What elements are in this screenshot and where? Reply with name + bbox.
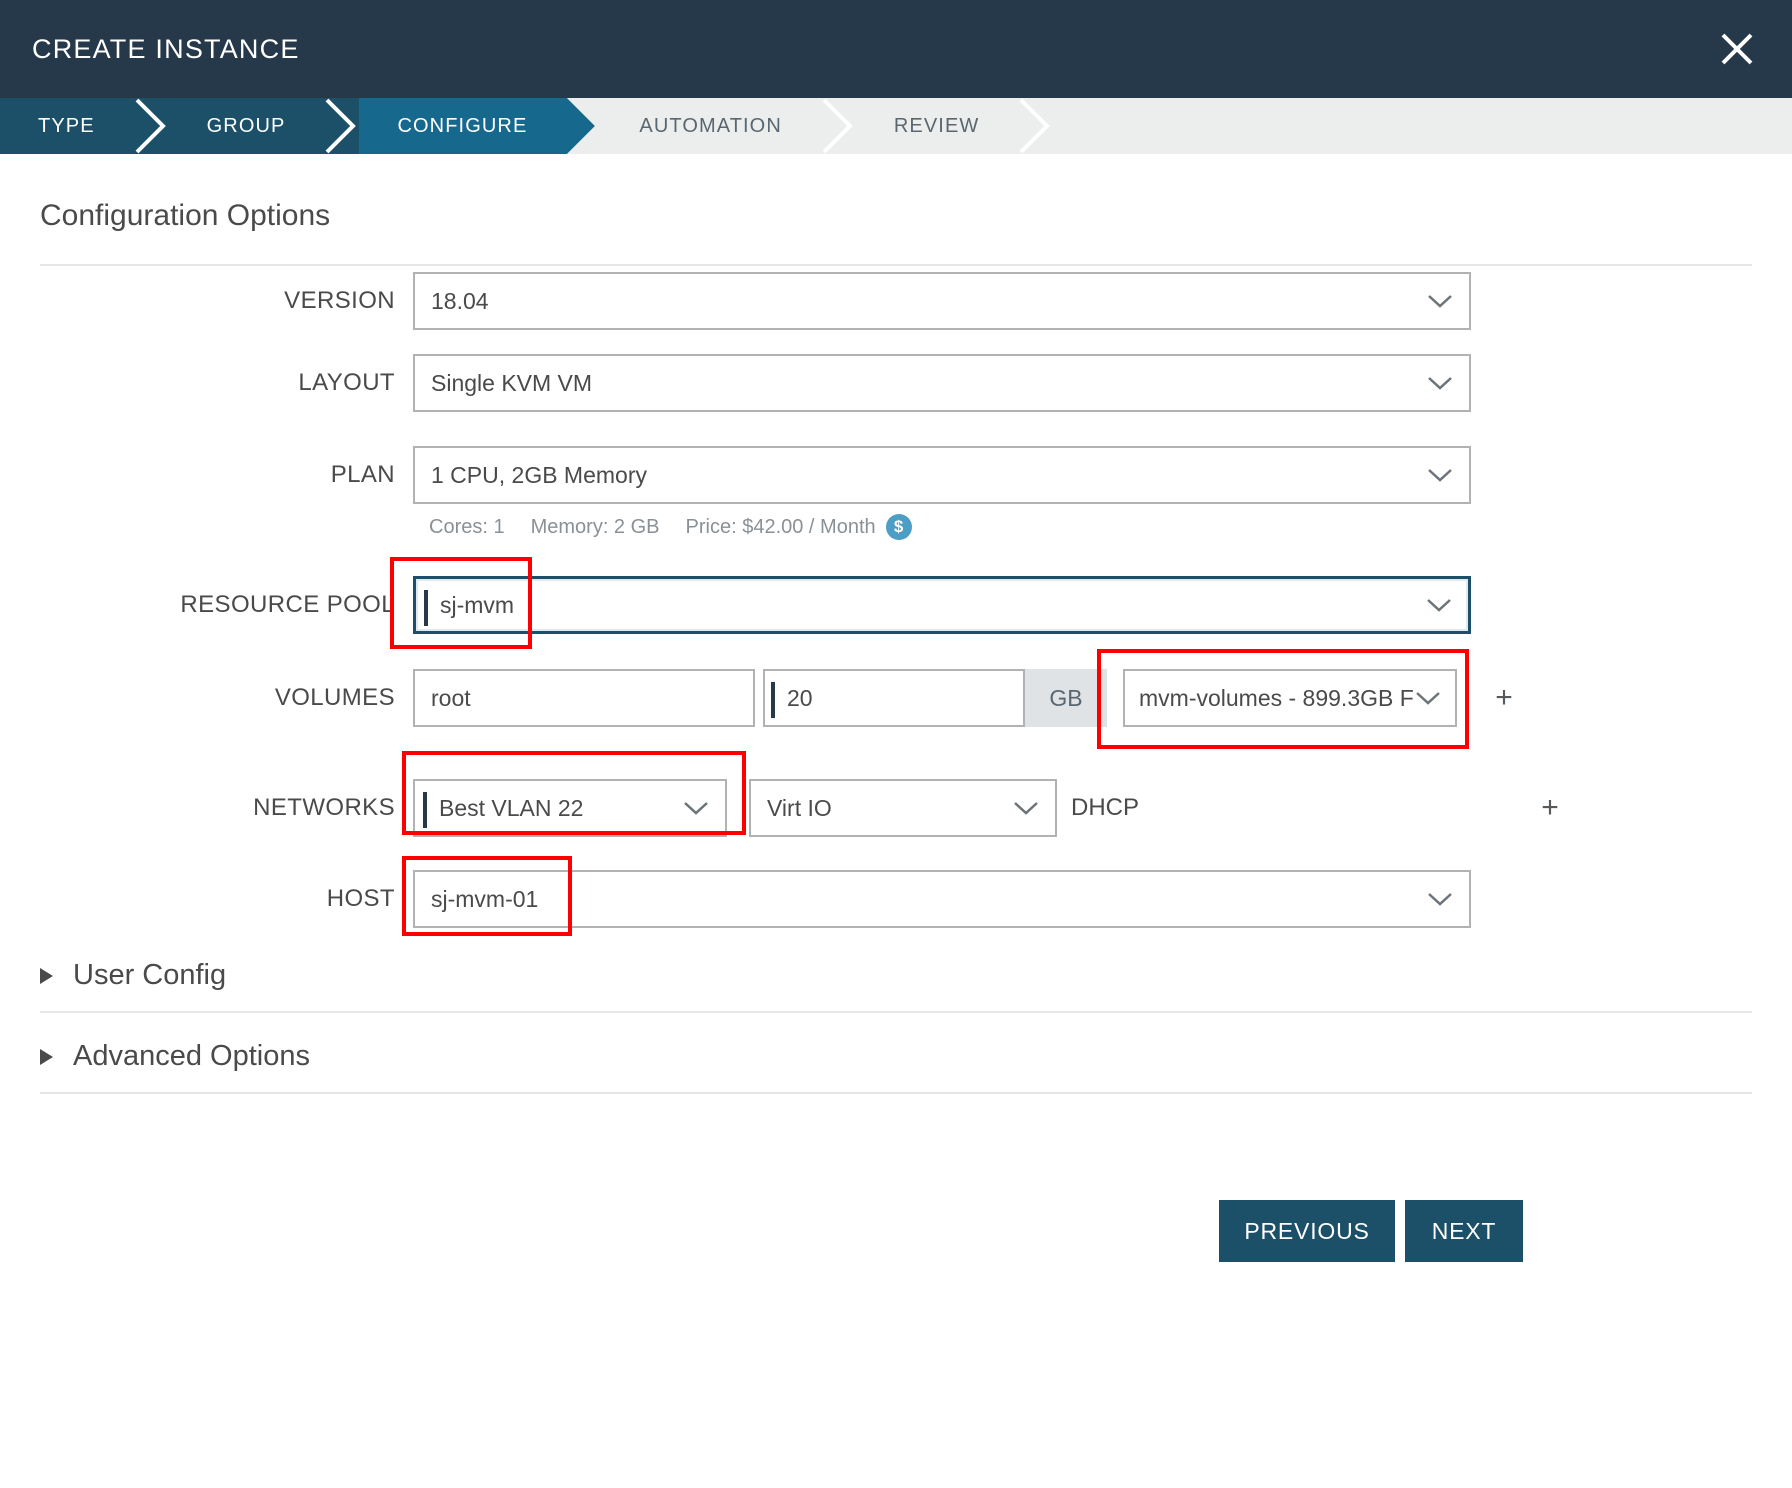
version-value: 18.04: [431, 287, 489, 314]
host-value: sj-mvm-01: [431, 885, 539, 912]
advanced-options-divider: [40, 1092, 1752, 1094]
plan-cores: Cores: 1: [429, 515, 505, 538]
volume-unit-label: GB: [1025, 669, 1107, 727]
volume-size-value: 20: [787, 684, 813, 711]
triangle-right-icon: [40, 967, 53, 984]
step-automation[interactable]: AUTOMATION: [601, 98, 856, 154]
ip-mode-label: DHCP: [1071, 794, 1140, 821]
dialog-titlebar: CREATE INSTANCE: [0, 0, 1792, 98]
volume-name-value: root: [431, 684, 471, 711]
step-label: CONFIGURE: [397, 114, 528, 137]
step-arrow-icon: [567, 98, 602, 154]
plan-select[interactable]: 1 CPU, 2GB Memory: [413, 446, 1471, 504]
section-title: Configuration Options: [40, 199, 331, 232]
create-instance-dialog: CREATE INSTANCE TYPE GROUP CONFIGURE AUT…: [0, 0, 1792, 1488]
add-network-button[interactable]: +: [1535, 779, 1565, 837]
volume-name-input[interactable]: root: [413, 669, 755, 727]
row-resource-pool: RESOURCE POOL sj-mvm: [0, 576, 1792, 634]
row-networks: NETWORKS Best VLAN 22 Virt IO DHCP +: [0, 779, 1792, 837]
wizard-steps: TYPE GROUP CONFIGURE AUTOMATION REVIEW: [0, 98, 1792, 154]
chevron-down-icon: [1013, 800, 1039, 816]
text-cursor: [771, 682, 775, 718]
layout-value: Single KVM VM: [431, 369, 593, 396]
resource-pool-label: RESOURCE POOL: [180, 591, 395, 618]
step-configure[interactable]: CONFIGURE: [359, 98, 602, 154]
add-volume-button[interactable]: +: [1489, 669, 1519, 727]
plan-details: Cores: 1 Memory: 2 GB Price: $42.00 / Mo…: [413, 504, 1471, 550]
step-arrow-icon: [821, 98, 856, 154]
row-layout: LAYOUT Single KVM VM: [0, 354, 1792, 412]
section-divider: [40, 264, 1752, 266]
row-version: VERSION 18.04: [0, 272, 1792, 330]
advanced-options-section[interactable]: Advanced Options: [40, 1040, 310, 1073]
user-config-section[interactable]: User Config: [40, 959, 226, 992]
host-select[interactable]: sj-mvm-01: [413, 870, 1471, 928]
resource-pool-select[interactable]: sj-mvm: [413, 576, 1471, 634]
step-arrow-icon: [134, 98, 169, 154]
close-icon[interactable]: [1708, 20, 1766, 78]
chevron-down-icon: [683, 800, 709, 816]
page-title: CREATE INSTANCE: [32, 33, 300, 64]
plan-label: PLAN: [330, 461, 395, 488]
volume-size-input[interactable]: 20: [763, 669, 1025, 727]
step-label: TYPE: [38, 114, 95, 137]
text-cursor: [423, 792, 427, 828]
networks-label: NETWORKS: [253, 794, 395, 821]
text-cursor: [424, 590, 428, 626]
row-plan: PLAN 1 CPU, 2GB Memory Cores: 1 Memory: …: [0, 446, 1792, 550]
chevron-down-icon: [1427, 467, 1453, 483]
volumes-label: VOLUMES: [274, 684, 395, 711]
volume-datastore-select[interactable]: mvm-volumes - 899.3GB F: [1123, 669, 1457, 727]
step-group[interactable]: GROUP: [168, 98, 360, 154]
user-config-divider: [40, 1011, 1752, 1013]
row-host: HOST sj-mvm-01: [0, 870, 1792, 928]
plan-memory: Memory: 2 GB: [530, 515, 660, 538]
network-select[interactable]: Best VLAN 22: [413, 779, 727, 837]
chevron-down-icon: [1427, 891, 1453, 907]
previous-button[interactable]: PREVIOUS: [1219, 1200, 1395, 1262]
chevron-down-icon: [1415, 690, 1441, 706]
row-volumes: VOLUMES root 20 GB mvm-volumes - 899.3GB…: [0, 669, 1792, 727]
user-config-label: User Config: [73, 959, 227, 991]
plan-value: 1 CPU, 2GB Memory: [431, 461, 647, 488]
resource-pool-value: sj-mvm: [440, 591, 515, 618]
step-type[interactable]: TYPE: [0, 98, 169, 154]
nic-type-select[interactable]: Virt IO: [749, 779, 1057, 837]
step-arrow-icon: [1019, 98, 1054, 154]
network-value: Best VLAN 22: [439, 794, 584, 821]
chevron-down-icon: [1427, 375, 1453, 391]
chevron-down-icon: [1427, 293, 1453, 309]
next-button[interactable]: NEXT: [1405, 1200, 1523, 1262]
chevron-down-icon: [1426, 597, 1452, 613]
dialog-body: Configuration Options VERSION 18.04 LAYO…: [0, 154, 1792, 1488]
step-label: GROUP: [206, 114, 286, 137]
advanced-options-label: Advanced Options: [73, 1040, 310, 1072]
version-label: VERSION: [284, 287, 395, 314]
step-label: REVIEW: [893, 114, 980, 137]
layout-select[interactable]: Single KVM VM: [413, 354, 1471, 412]
layout-label: LAYOUT: [298, 369, 395, 396]
step-arrow-icon: [325, 98, 360, 154]
volume-datastore-value: mvm-volumes - 899.3GB F: [1139, 684, 1414, 711]
host-label: HOST: [326, 885, 395, 912]
step-label: AUTOMATION: [639, 114, 782, 137]
plan-price: Price: $42.00 / Month: [685, 515, 876, 538]
version-select[interactable]: 18.04: [413, 272, 1471, 330]
nic-type-value: Virt IO: [767, 794, 832, 821]
dollar-badge-icon[interactable]: $: [885, 514, 912, 540]
step-review[interactable]: REVIEW: [855, 98, 1054, 154]
triangle-right-icon: [40, 1048, 53, 1065]
